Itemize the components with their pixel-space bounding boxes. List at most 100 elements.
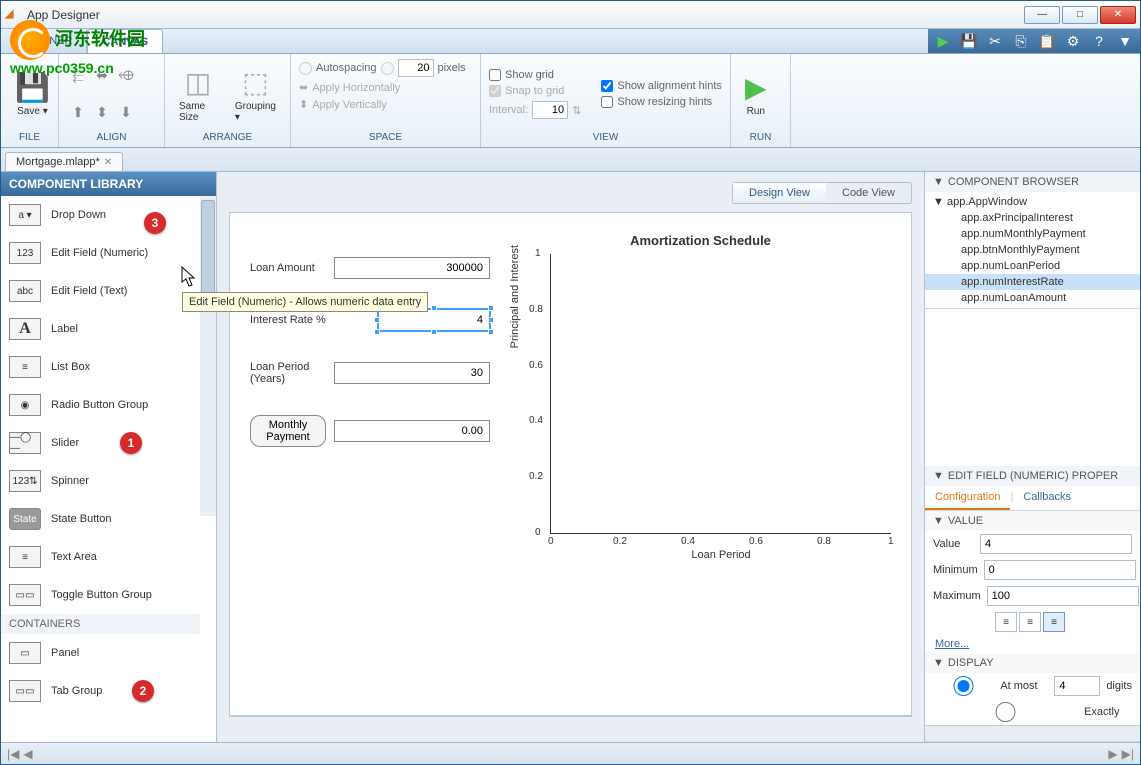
run-button[interactable]: ▶ Run: [739, 69, 773, 119]
paste-icon[interactable]: 📋: [1038, 33, 1056, 50]
save-button[interactable]: 💾 Save ▾: [9, 69, 56, 119]
show-grid-checkbox[interactable]: [489, 69, 501, 81]
loan-amount-label: Loan Amount: [250, 262, 326, 274]
nav-first-icon[interactable]: |◀: [7, 747, 19, 761]
component-state-button[interactable]: StateState Button: [1, 500, 200, 538]
align-top-icon[interactable]: ⬆: [67, 102, 89, 124]
component-slider[interactable]: —◯—Slider1: [1, 424, 200, 462]
apply-vertical-button[interactable]: Apply Vertically: [312, 99, 387, 111]
pixels-radio[interactable]: [381, 62, 394, 75]
tree-root[interactable]: ▼ app.AppWindow: [925, 194, 1140, 210]
align-center-h-icon[interactable]: ⬌: [91, 65, 113, 87]
align-right-icon[interactable]: ⬲: [115, 65, 137, 87]
tree-node[interactable]: app.axPrincipalInterest: [925, 210, 1140, 226]
component-listbox[interactable]: ≡List Box: [1, 348, 200, 386]
horizontal-scrollbar[interactable]: [925, 725, 1140, 741]
at-most-input[interactable]: [1054, 676, 1100, 696]
save-icon[interactable]: 💾: [960, 33, 978, 50]
tree-node[interactable]: app.numLoanPeriod: [925, 258, 1140, 274]
copy-icon[interactable]: ⎘: [1012, 33, 1030, 50]
maximum-label: Maximum: [933, 590, 981, 602]
minimize-button[interactable]: —: [1024, 6, 1060, 24]
align-bottom-icon[interactable]: ⬇: [115, 102, 137, 124]
component-panel[interactable]: ▭Panel: [1, 634, 200, 672]
tree-node[interactable]: app.numLoanAmount: [925, 290, 1140, 306]
tree-node-selected[interactable]: app.numInterestRate: [925, 274, 1140, 290]
nav-last-icon[interactable]: ▶|: [1122, 747, 1134, 761]
same-size-button[interactable]: ◫ Same Size: [173, 64, 223, 125]
tree-node[interactable]: app.btnMonthlyPayment: [925, 242, 1140, 258]
component-tab-group[interactable]: ▭▭Tab Group2: [1, 672, 200, 710]
collapse-icon[interactable]: ▼: [933, 176, 944, 188]
preferences-icon[interactable]: ⚙: [1064, 33, 1082, 50]
chart-axes[interactable]: Amortization Schedule Principal and Inte…: [510, 233, 891, 695]
tab-configuration[interactable]: Configuration: [925, 486, 1010, 510]
document-tab[interactable]: Mortgage.mlapp* ✕: [5, 152, 123, 171]
view-toggle: Design View Code View: [732, 182, 912, 204]
close-tab-icon[interactable]: ✕: [104, 157, 112, 168]
spacing-value-input[interactable]: [398, 59, 434, 77]
component-spinner[interactable]: 123⇅Spinner: [1, 462, 200, 500]
design-view-button[interactable]: Design View: [733, 183, 826, 203]
minimum-input[interactable]: [984, 560, 1136, 580]
tab-canvas[interactable]: CANVAS: [87, 29, 163, 53]
align-left-icon[interactable]: ⬱: [67, 65, 89, 87]
interval-input[interactable]: [532, 101, 568, 119]
grouping-button[interactable]: ⬚ Grouping ▾: [229, 64, 282, 125]
maximum-input[interactable]: [987, 586, 1139, 606]
align-left-button[interactable]: ≡: [995, 612, 1017, 632]
component-dropdown[interactable]: a ▾Drop Down3: [1, 196, 200, 234]
monthly-payment-button[interactable]: Monthly Payment: [250, 415, 326, 447]
annotation-badge: 1: [120, 432, 142, 454]
tab-callbacks[interactable]: Callbacks: [1013, 486, 1081, 510]
nav-next-icon[interactable]: ▶: [1108, 747, 1117, 761]
slider-icon: —◯—: [9, 432, 41, 454]
design-canvas[interactable]: Loan Amount Interest Rate %: [229, 212, 912, 716]
interest-rate-input[interactable]: [378, 309, 490, 331]
component-label[interactable]: ALabel: [1, 310, 200, 348]
component-edit-text[interactable]: abcEdit Field (Text): [1, 272, 200, 310]
alignment-hints-checkbox[interactable]: [601, 80, 613, 92]
nav-prev-icon[interactable]: ◀: [23, 747, 32, 761]
tooltip: Edit Field (Numeric) - Allows numeric da…: [182, 292, 428, 312]
collapse-icon[interactable]: ▼: [933, 657, 944, 669]
value-section-label: ▼VALUE: [925, 511, 1140, 531]
horizontal-scrollbar[interactable]: [229, 716, 912, 732]
monthly-payment-output[interactable]: [334, 420, 490, 442]
code-view-button[interactable]: Code View: [826, 183, 911, 203]
collapse-icon[interactable]: ▼: [933, 470, 944, 482]
tab-designer[interactable]: DESIGNER: [1, 29, 87, 53]
close-button[interactable]: ✕: [1100, 6, 1136, 24]
cut-icon[interactable]: ✂: [986, 33, 1004, 50]
component-toggle-group[interactable]: ▭▭Toggle Button Group: [1, 576, 200, 614]
scrollbar-thumb[interactable]: [201, 200, 215, 300]
more-link[interactable]: More...: [933, 638, 969, 650]
align-right-button[interactable]: ≡: [1043, 612, 1065, 632]
interval-stepper-icon[interactable]: ⇅: [572, 104, 581, 117]
component-edit-numeric[interactable]: 123Edit Field (Numeric): [1, 234, 200, 272]
autospacing-radio[interactable]: [299, 62, 312, 75]
help-icon[interactable]: ?: [1090, 33, 1108, 49]
maximize-button[interactable]: □: [1062, 6, 1098, 24]
value-input[interactable]: [980, 534, 1132, 554]
component-library-title: COMPONENT LIBRARY: [1, 172, 216, 196]
component-radio-group[interactable]: ◉Radio Button Group: [1, 386, 200, 424]
state-button-icon: State: [9, 508, 41, 530]
panel-icon: ▭: [9, 642, 41, 664]
align-center-v-icon[interactable]: ⬍: [91, 102, 113, 124]
component-textarea[interactable]: ≡Text Area: [1, 538, 200, 576]
align-center-button[interactable]: ≡: [1019, 612, 1041, 632]
collapse-ribbon-icon[interactable]: ▼: [1116, 33, 1134, 49]
snap-to-grid-checkbox[interactable]: [489, 85, 501, 97]
exactly-radio[interactable]: [933, 702, 1078, 722]
resizing-hints-checkbox[interactable]: [601, 96, 613, 108]
quick-access-bar: ▶ 💾 ✂ ⎘ 📋 ⚙ ? ▼: [928, 29, 1140, 53]
run-icon[interactable]: ▶: [934, 33, 952, 50]
group-align-label: ALIGN: [67, 130, 156, 143]
collapse-icon[interactable]: ▼: [933, 515, 944, 527]
loan-amount-input[interactable]: [334, 257, 490, 279]
at-most-radio[interactable]: [933, 676, 994, 696]
loan-period-input[interactable]: [334, 362, 490, 384]
tree-node[interactable]: app.numMonthlyPayment: [925, 226, 1140, 242]
apply-horizontal-button[interactable]: Apply Horizontally: [312, 82, 400, 94]
